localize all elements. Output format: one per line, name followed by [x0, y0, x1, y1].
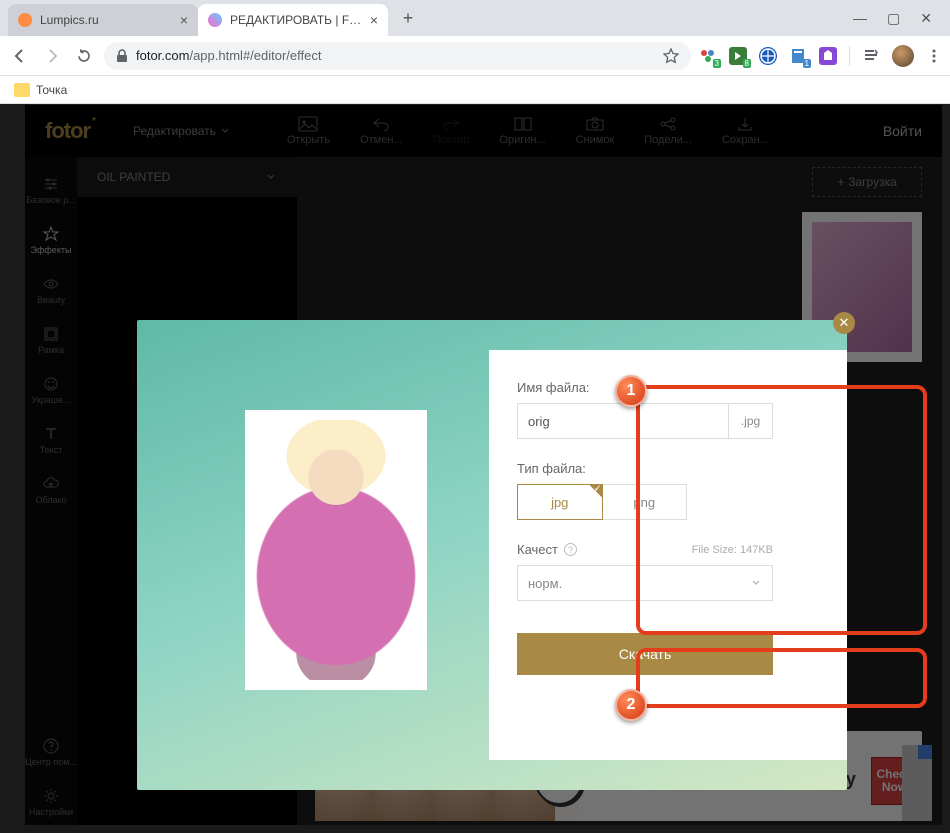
- reload-button[interactable]: [72, 44, 96, 68]
- back-button[interactable]: [8, 44, 32, 68]
- extensions-area: 3 8 1: [699, 45, 942, 67]
- tab-strip: Lumpics.ru × РЕДАКТИРОВАТЬ | Fotor × + ―…: [0, 0, 950, 36]
- folder-icon: [14, 83, 30, 97]
- quality-select[interactable]: норм.: [517, 565, 773, 601]
- bookmark-item[interactable]: Точка: [36, 83, 67, 97]
- help-icon[interactable]: ?: [564, 543, 577, 556]
- filetype-jpg[interactable]: jpg: [517, 484, 603, 520]
- close-icon[interactable]: ×: [180, 12, 188, 28]
- url-text: fotor.com/app.html#/editor/effect: [136, 48, 321, 63]
- tab-lumpics[interactable]: Lumpics.ru ×: [8, 4, 198, 36]
- filetype-png[interactable]: png: [603, 484, 688, 520]
- close-window-button[interactable]: ✕: [920, 10, 932, 27]
- annotation-marker-1: 1: [615, 375, 647, 407]
- download-modal: ✕ Имя файла: .jpg Тип файла: jpg png Кач…: [137, 320, 847, 790]
- chevron-down-icon: [750, 577, 762, 589]
- tab-fotor[interactable]: РЕДАКТИРОВАТЬ | Fotor ×: [198, 4, 388, 36]
- download-form: Имя файла: .jpg Тип файла: jpg png Качес…: [489, 350, 847, 760]
- bookmarks-bar: Точка: [0, 76, 950, 104]
- address-bar[interactable]: fotor.com/app.html#/editor/effect: [104, 42, 691, 70]
- forward-button[interactable]: [40, 44, 64, 68]
- new-tab-button[interactable]: +: [394, 4, 422, 32]
- tab-title: РЕДАКТИРОВАТЬ | Fotor: [230, 13, 362, 27]
- quality-label: Качест: [517, 542, 558, 557]
- menu-icon[interactable]: [926, 48, 942, 64]
- avatar-icon[interactable]: [892, 45, 914, 67]
- ext-icon[interactable]: 1: [789, 47, 807, 65]
- maximize-button[interactable]: ▢: [887, 10, 900, 27]
- modal-preview: [245, 410, 427, 690]
- filename-label: Имя файла:: [517, 380, 819, 395]
- filename-input[interactable]: [517, 403, 729, 439]
- filetype-label: Тип файла:: [517, 461, 819, 476]
- favicon-icon: [208, 13, 222, 27]
- close-icon[interactable]: ×: [370, 12, 378, 28]
- filesize-text: File Size: 147KB: [692, 544, 773, 556]
- favicon-icon: [18, 13, 32, 27]
- separator: [849, 46, 850, 66]
- annotation-marker-2: 2: [615, 689, 647, 721]
- reading-list-icon[interactable]: [862, 47, 880, 65]
- tab-title: Lumpics.ru: [40, 13, 172, 27]
- minimize-button[interactable]: ―: [853, 10, 867, 27]
- download-button[interactable]: Скачать: [517, 633, 773, 675]
- star-icon[interactable]: [663, 48, 679, 64]
- ext-icon[interactable]: 3: [699, 47, 717, 65]
- ext-icon[interactable]: [819, 47, 837, 65]
- filename-ext: .jpg: [729, 403, 773, 439]
- ext-icon[interactable]: [759, 47, 777, 65]
- modal-close-button[interactable]: ✕: [833, 312, 855, 334]
- ext-icon[interactable]: 8: [729, 47, 747, 65]
- lock-icon: [116, 49, 128, 63]
